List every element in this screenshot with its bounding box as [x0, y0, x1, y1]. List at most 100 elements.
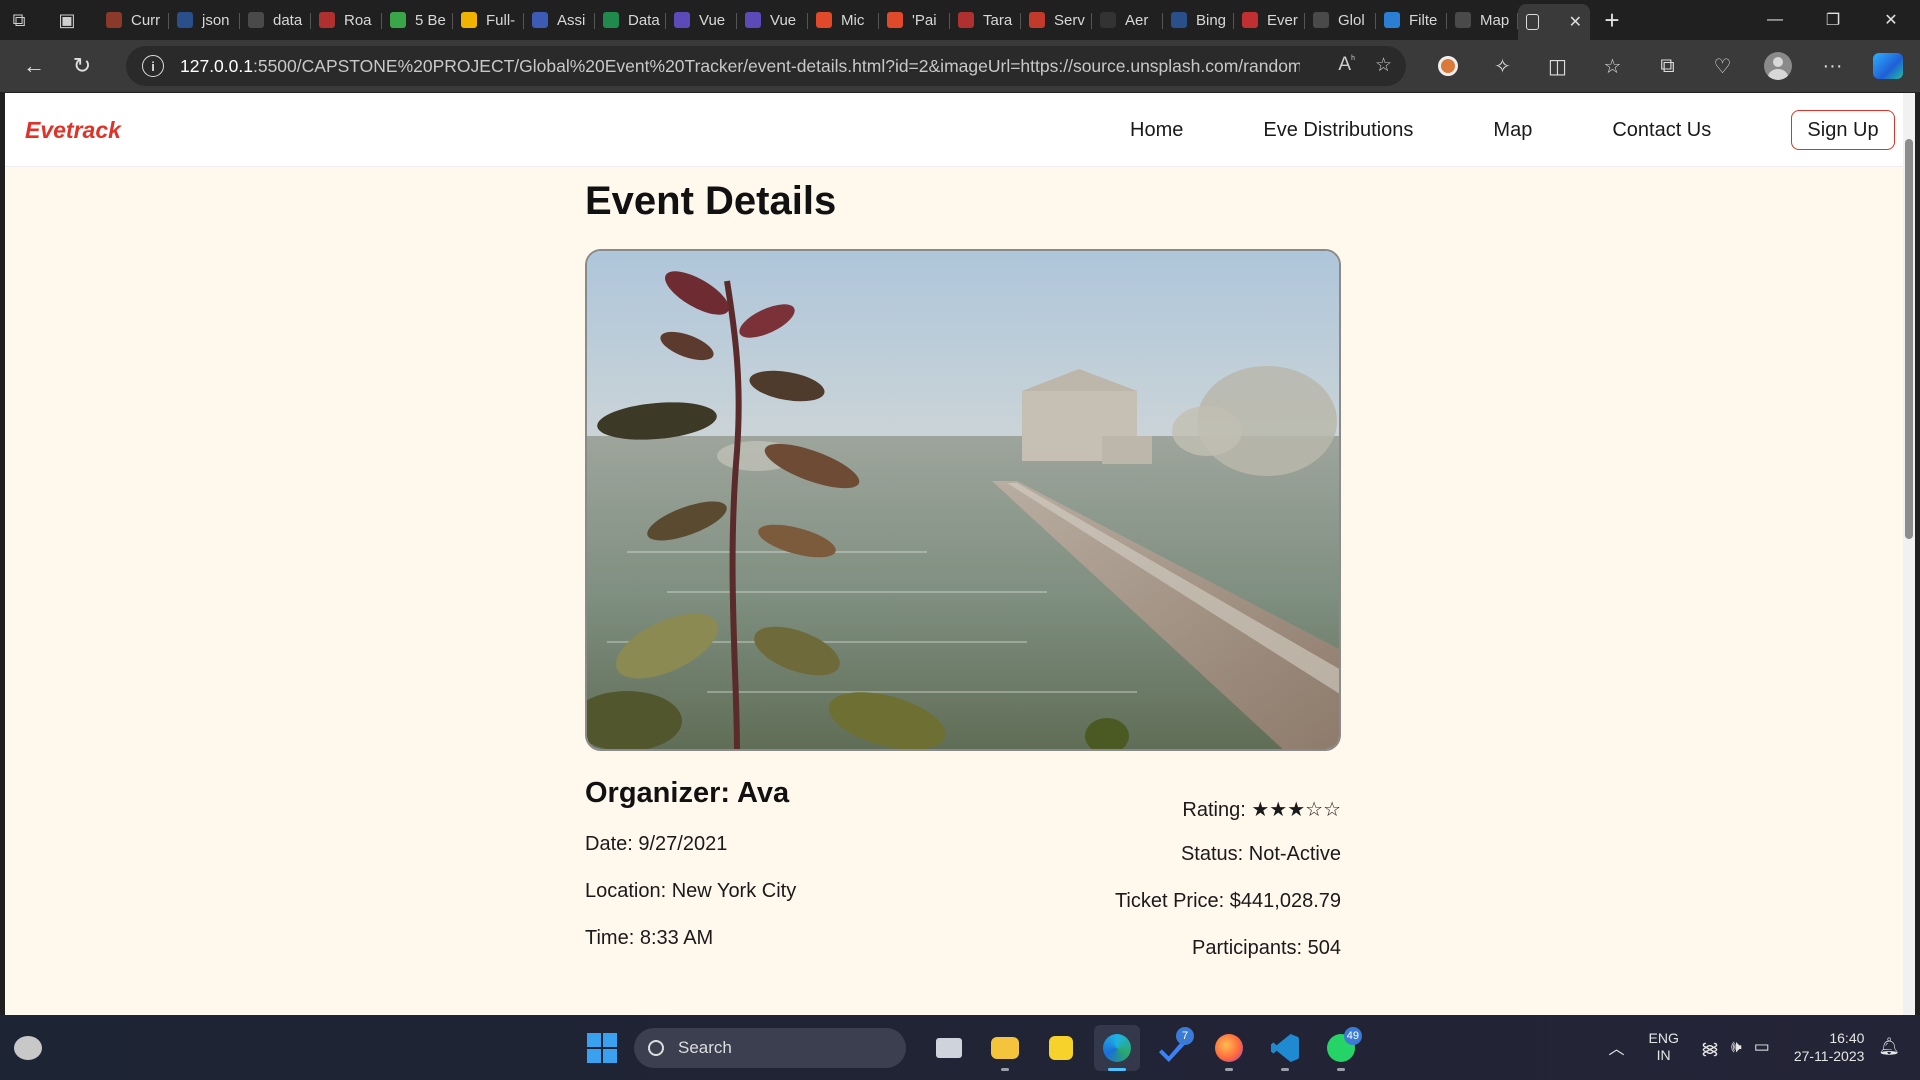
- new-tab-button[interactable]: +: [1590, 5, 1634, 36]
- tab-label: Curr: [131, 11, 161, 29]
- tab-active[interactable]: ✕: [1518, 4, 1590, 40]
- start-button[interactable]: [580, 1026, 624, 1070]
- restore-icon[interactable]: ❐: [1804, 0, 1862, 40]
- tab-favicon-icon: [319, 12, 335, 28]
- collections-icon[interactable]: ⧉: [1640, 46, 1695, 86]
- tab-label: 'Pai: [912, 11, 937, 29]
- tab-label: Data: [628, 11, 660, 29]
- volume-icon[interactable]: 🕪: [1731, 1037, 1742, 1057]
- browser-tab[interactable]: Filte: [1376, 4, 1447, 36]
- extensions-icon[interactable]: ✧: [1475, 46, 1530, 86]
- sticky-notes-icon[interactable]: [1038, 1025, 1084, 1071]
- whatsapp-badge: 49: [1343, 1027, 1362, 1045]
- refresh-icon[interactable]: ↻: [58, 46, 106, 86]
- browser-tab[interactable]: Glol: [1305, 4, 1376, 36]
- tab-list: Curr json data Roa 5 Be Full- Assi Data Vue Vue Mi…: [98, 0, 1518, 40]
- brand-logo[interactable]: Evetrack: [25, 117, 121, 144]
- favorites-icon[interactable]: ☆: [1585, 46, 1640, 86]
- firefox-icon[interactable]: [1206, 1025, 1252, 1071]
- tab-actions-icon[interactable]: ▣: [48, 4, 86, 36]
- tab-favicon-icon: [1171, 12, 1187, 28]
- weather-icon[interactable]: [14, 1036, 42, 1060]
- browser-tab[interactable]: Tara: [950, 4, 1021, 36]
- battery-icon[interactable]: ▭: [1754, 1037, 1770, 1057]
- tab-label: Roa: [344, 11, 372, 29]
- tab-favicon-icon: [1313, 12, 1329, 28]
- browser-tab[interactable]: Vue: [666, 4, 737, 36]
- page-scrollbar[interactable]: [1903, 93, 1915, 1015]
- browser-tab[interactable]: Data: [595, 4, 666, 36]
- tab-label: Vue: [699, 11, 726, 29]
- browser-tab[interactable]: Full-: [453, 4, 524, 36]
- browser-tab-strip: ⧉ ▣ Curr json data Roa 5 Be Full- Assi Data Vue V…: [0, 0, 1920, 40]
- extension-profile-icon[interactable]: [1420, 46, 1475, 86]
- tab-label: Assi: [557, 11, 586, 29]
- task-view-icon[interactable]: [926, 1025, 972, 1071]
- browser-tab[interactable]: Curr: [98, 4, 169, 36]
- address-bar[interactable]: i 127.0.0.1:5500/CAPSTONE%20PROJECT/Glob…: [126, 46, 1406, 86]
- tab-favicon-icon: [532, 12, 548, 28]
- taskbar-search[interactable]: Search: [634, 1028, 906, 1068]
- search-icon: [648, 1040, 664, 1056]
- sign-up-button[interactable]: Sign Up: [1791, 110, 1895, 150]
- chevron-up-icon[interactable]: ︿: [1608, 1035, 1624, 1059]
- tab-label: Glol: [1338, 11, 1365, 29]
- tab-label: Map: [1480, 11, 1510, 29]
- browser-tab[interactable]: json: [169, 4, 240, 36]
- edge-browser-icon[interactable]: [1094, 1025, 1140, 1071]
- file-explorer-icon[interactable]: [982, 1025, 1028, 1071]
- language-indicator[interactable]: ENG IN: [1649, 1030, 1679, 1064]
- wifi-icon[interactable]: ᯼: [1701, 1036, 1719, 1059]
- site-info-icon[interactable]: i: [142, 55, 164, 77]
- notification-bell-icon[interactable]: 🔔︎: [1878, 1037, 1900, 1057]
- favorite-star-icon[interactable]: ☆: [1375, 54, 1392, 77]
- browser-tab[interactable]: Bing: [1163, 4, 1234, 36]
- scrollbar-thumb[interactable]: [1905, 139, 1913, 539]
- browser-tab[interactable]: Roa: [311, 4, 382, 36]
- browser-tab[interactable]: Vue: [737, 4, 808, 36]
- browser-tab[interactable]: 5 Be: [382, 4, 453, 36]
- browser-tab[interactable]: Assi: [524, 4, 595, 36]
- tab-favicon-icon: [106, 12, 122, 28]
- clock[interactable]: 16:40 27-11-2023: [1794, 1029, 1865, 1065]
- browser-tab[interactable]: Mic: [808, 4, 879, 36]
- copilot-icon[interactable]: [1860, 46, 1915, 86]
- nav-contact-us-link[interactable]: Contact Us: [1612, 119, 1711, 142]
- close-window-icon[interactable]: ✕: [1862, 0, 1920, 40]
- tab-favicon-icon: [248, 12, 264, 28]
- tab-label: Full-: [486, 11, 516, 29]
- whatsapp-icon[interactable]: 49: [1318, 1025, 1364, 1071]
- profile-icon[interactable]: [1750, 46, 1805, 86]
- browser-essentials-icon[interactable]: ♡: [1695, 46, 1750, 86]
- event-time: Time: 8:33 AM: [585, 927, 714, 949]
- event-status: Status: Not-Active: [1180, 843, 1341, 865]
- event-location: Location: New York City: [585, 880, 797, 902]
- read-aloud-icon[interactable]: Aʰ: [1338, 54, 1355, 77]
- browser-tab[interactable]: data: [240, 4, 311, 36]
- close-tab-icon[interactable]: ✕: [1569, 12, 1582, 32]
- more-options-icon[interactable]: ···: [1805, 46, 1860, 86]
- todo-icon[interactable]: 7: [1150, 1025, 1196, 1071]
- split-screen-icon[interactable]: ◫: [1530, 46, 1585, 86]
- page-viewport: Evetrack Home Eve Distributions Map Cont…: [5, 93, 1915, 1015]
- tab-label: Aer: [1125, 11, 1149, 29]
- browser-tab[interactable]: 'Pai: [879, 4, 950, 36]
- browser-tab[interactable]: Ever: [1234, 4, 1305, 36]
- minimize-icon[interactable]: —: [1746, 0, 1804, 40]
- nav-eve-distributions-link[interactable]: Eve Distributions: [1263, 119, 1413, 142]
- nav-home-link[interactable]: Home: [1130, 119, 1183, 142]
- nav-map-link[interactable]: Map: [1493, 119, 1532, 142]
- window-controls: — ❐ ✕: [1746, 0, 1920, 40]
- workspaces-icon[interactable]: ⧉: [0, 4, 38, 36]
- url-text[interactable]: 127.0.0.1:5500/CAPSTONE%20PROJECT/Global…: [180, 56, 1300, 77]
- browser-tab[interactable]: Serv: [1021, 4, 1092, 36]
- tab-favicon-icon: [1100, 12, 1116, 28]
- browser-tab[interactable]: Aer: [1092, 4, 1163, 36]
- language-code: ENG: [1648, 1030, 1679, 1046]
- back-icon[interactable]: ←: [10, 46, 58, 86]
- tab-label: Vue: [770, 11, 797, 29]
- tab-label: 5 Be: [415, 11, 446, 29]
- browser-tab[interactable]: Map: [1447, 4, 1518, 36]
- tab-favicon-icon: [1384, 12, 1400, 28]
- vscode-icon[interactable]: [1262, 1025, 1308, 1071]
